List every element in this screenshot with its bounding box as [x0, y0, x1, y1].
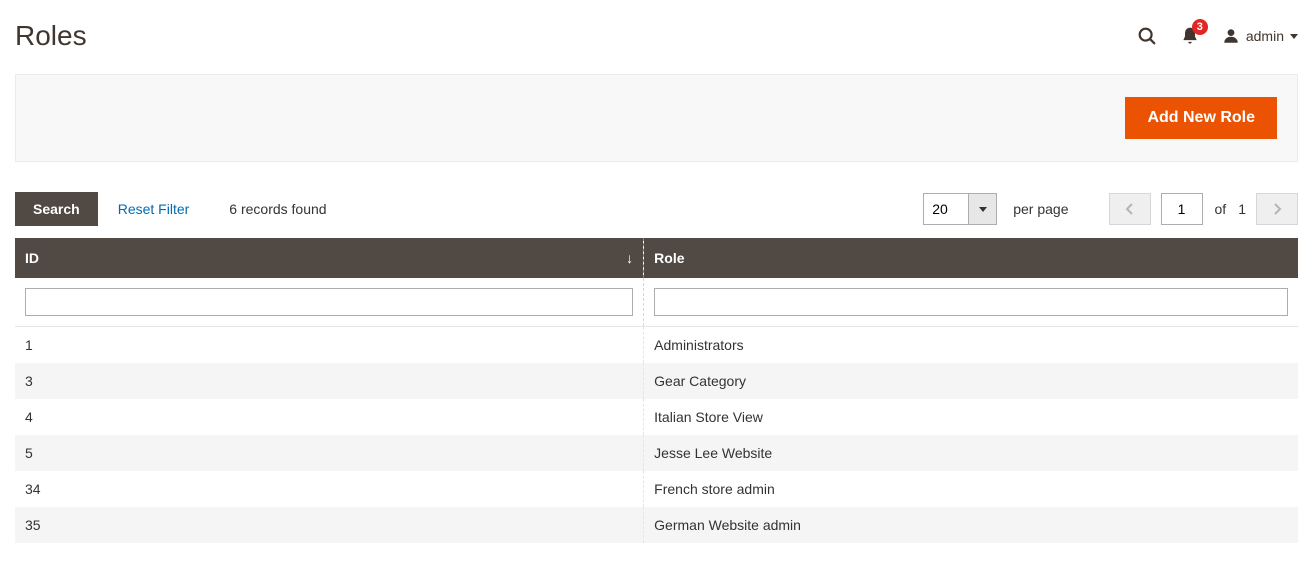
- cell-role: Gear Category: [644, 363, 1298, 399]
- table-row[interactable]: 4Italian Store View: [15, 399, 1298, 435]
- total-pages: 1: [1238, 201, 1246, 217]
- cell-id: 5: [15, 435, 644, 471]
- prev-page-button[interactable]: [1109, 193, 1151, 225]
- page-title: Roles: [15, 20, 87, 52]
- cell-id: 34: [15, 471, 644, 507]
- cell-id: 35: [15, 507, 644, 543]
- add-new-role-button[interactable]: Add New Role: [1125, 97, 1277, 139]
- roles-table: ID ↓ Role 1Administrators3Gear Category4…: [15, 238, 1298, 543]
- table-row[interactable]: 1Administrators: [15, 327, 1298, 364]
- table-row[interactable]: 34French store admin: [15, 471, 1298, 507]
- notifications-badge: 3: [1192, 19, 1208, 35]
- filter-role-input[interactable]: [654, 288, 1288, 316]
- cell-role: Jesse Lee Website: [644, 435, 1298, 471]
- table-row[interactable]: 5Jesse Lee Website: [15, 435, 1298, 471]
- user-name: admin: [1246, 28, 1284, 44]
- column-header-role-label: Role: [654, 250, 684, 266]
- cell-role: Italian Store View: [644, 399, 1298, 435]
- pager: per page of 1: [923, 193, 1298, 225]
- sort-desc-icon: ↓: [626, 250, 633, 266]
- cell-id: 1: [15, 327, 644, 364]
- table-body: 1Administrators3Gear Category4Italian St…: [15, 278, 1298, 543]
- column-header-role[interactable]: Role: [644, 238, 1298, 278]
- cell-role: French store admin: [644, 471, 1298, 507]
- notifications-icon[interactable]: 3: [1180, 25, 1200, 47]
- action-bar: Add New Role: [15, 74, 1298, 162]
- cell-role: Administrators: [644, 327, 1298, 364]
- per-page-input[interactable]: [924, 194, 968, 224]
- reset-filter-link[interactable]: Reset Filter: [118, 201, 190, 217]
- cell-id: 3: [15, 363, 644, 399]
- filter-row: [15, 278, 1298, 327]
- page-header: Roles 3 admin: [0, 0, 1313, 74]
- header-actions: 3 admin: [1136, 25, 1298, 47]
- cell-id: 4: [15, 399, 644, 435]
- column-header-id-label: ID: [25, 250, 39, 266]
- grid-controls: Search Reset Filter 6 records found per …: [15, 192, 1298, 226]
- table-row[interactable]: 3Gear Category: [15, 363, 1298, 399]
- search-icon[interactable]: [1136, 25, 1158, 47]
- chevron-down-icon: [1290, 34, 1298, 39]
- per-page-label: per page: [1013, 201, 1068, 217]
- search-button[interactable]: Search: [15, 192, 98, 226]
- of-label: of: [1215, 201, 1227, 217]
- filter-id-input[interactable]: [25, 288, 633, 316]
- per-page-select[interactable]: [923, 193, 997, 225]
- user-icon: [1222, 27, 1240, 45]
- table-row[interactable]: 35German Website admin: [15, 507, 1298, 543]
- cell-role: German Website admin: [644, 507, 1298, 543]
- per-page-dropdown-toggle[interactable]: [968, 194, 996, 224]
- next-page-button[interactable]: [1256, 193, 1298, 225]
- records-found: 6 records found: [229, 201, 326, 217]
- user-menu[interactable]: admin: [1222, 27, 1298, 45]
- page-input[interactable]: [1161, 193, 1203, 225]
- chevron-down-icon: [979, 207, 987, 212]
- column-header-id[interactable]: ID ↓: [15, 238, 644, 278]
